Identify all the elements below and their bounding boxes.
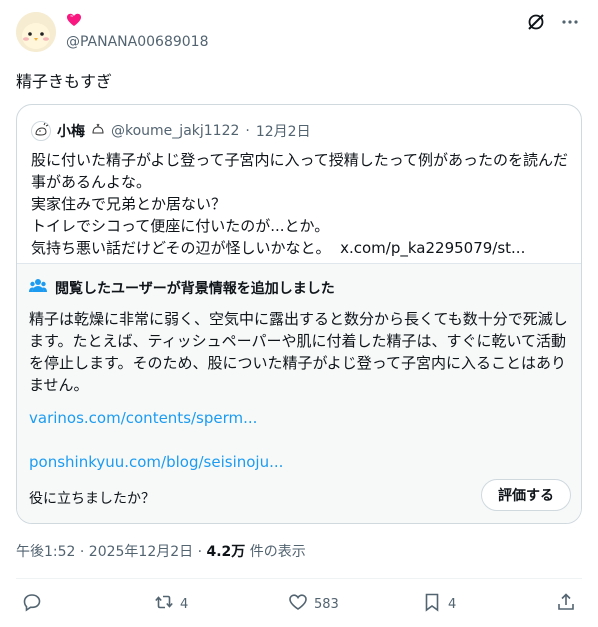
divider: [16, 578, 582, 579]
note-source-link[interactable]: varinos.com/contents/sperm...: [29, 409, 257, 427]
note-header: 閲覧したユーザーが背景情報を追加しました: [29, 278, 335, 298]
repost-icon: [154, 592, 174, 616]
note-line: を停止します。そのため、股についた精子がよじ登って子宮内に入ることはあり: [29, 354, 567, 372]
quoted-line: 股に付いた精子がよじ登って子宮内に入って授精したって例があったのを読んだ: [31, 151, 569, 169]
repost-button[interactable]: 4: [154, 592, 188, 616]
people-icon: [29, 278, 47, 298]
grok-icon[interactable]: [526, 12, 546, 32]
repost-count: 4: [180, 596, 189, 612]
reply-icon: [22, 592, 42, 616]
quoted-line: トイレでシコって便座に付いたのが...とか。: [31, 217, 330, 235]
quoted-header: 小梅 @koume_jakj1122 · 12月2日: [31, 121, 311, 141]
rate-button[interactable]: 評価する: [481, 479, 571, 511]
quoted-post[interactable]: 小梅 @koume_jakj1122 · 12月2日 股に付いた精子がよじ登って…: [16, 104, 582, 524]
author-handle[interactable]: @PANANA00689018: [66, 34, 208, 50]
more-options-icon[interactable]: [560, 12, 580, 32]
quoted-handle: @koume_jakj1122: [111, 123, 240, 139]
bookmark-icon: [422, 592, 442, 616]
bookmark-count: 4: [448, 596, 457, 612]
author-avatar[interactable]: [16, 12, 56, 52]
badge-icon: [91, 122, 105, 140]
share-icon: [556, 592, 576, 616]
share-button[interactable]: [556, 592, 576, 616]
note-line: 精子は乾燥に非常に弱く、空気中に露出すると数分から長くても数十分で死滅し: [29, 310, 568, 328]
note-source-link[interactable]: ponshinkyuu.com/blog/seisinoju...: [29, 453, 283, 471]
like-button[interactable]: 583: [288, 592, 339, 616]
like-count: 583: [314, 596, 339, 612]
note-title: 閲覧したユーザーが背景情報を追加しました: [55, 281, 335, 297]
bookmark-button[interactable]: 4: [422, 592, 456, 616]
quoted-separator: ·: [245, 123, 250, 139]
note-line: ます。たとえば、ティッシュペーパーや肌に付着した精子は、すぐに乾いて活動: [29, 332, 567, 350]
quoted-last-text: 気持ち悪い話だけどその辺が怪しいかなと。: [31, 239, 331, 257]
quoted-body: 股に付いた精子がよじ登って子宮内に入って授精したって例があったのを読んだ 事があ…: [31, 149, 571, 259]
quoted-line: 事があるんよな。: [31, 173, 152, 191]
view-count: 4.2万: [206, 544, 246, 560]
post-meta: 午後1:52 · 2025年12月2日 · 4.2万 件の表示: [16, 541, 306, 561]
quoted-line: 実家住みで兄弟とか居ない？: [31, 195, 227, 213]
quoted-link[interactable]: x.com/p_ka2295079/st...: [340, 239, 525, 257]
note-helpful-question: 役に立ちましたか？: [29, 491, 155, 507]
quoted-name[interactable]: 小梅: [57, 121, 85, 141]
view-label: 件の表示: [245, 544, 306, 560]
note-body: 精子は乾燥に非常に弱く、空気中に露出すると数分から長くても数十分で死滅し ます。…: [29, 308, 573, 396]
quoted-line: 気持ち悪い話だけどその辺が怪しいかなと。 x.com/p_ka2295079/s…: [31, 237, 571, 259]
header-actions: [526, 12, 580, 32]
heart-icon: [66, 12, 82, 28]
quoted-date[interactable]: 12月2日: [256, 121, 311, 141]
post-text: 精子きもすぎ: [16, 72, 113, 91]
action-bar: 4 583 4: [16, 592, 582, 616]
like-icon: [288, 592, 308, 616]
quoted-avatar[interactable]: [31, 121, 51, 141]
post-timestamp[interactable]: 午後1:52 · 2025年12月2日 ·: [16, 544, 207, 560]
note-line: ません。: [29, 376, 89, 394]
reply-button[interactable]: [22, 592, 48, 616]
community-note: 閲覧したユーザーが背景情報を追加しました 精子は乾燥に非常に弱く、空気中に露出す…: [17, 263, 581, 523]
